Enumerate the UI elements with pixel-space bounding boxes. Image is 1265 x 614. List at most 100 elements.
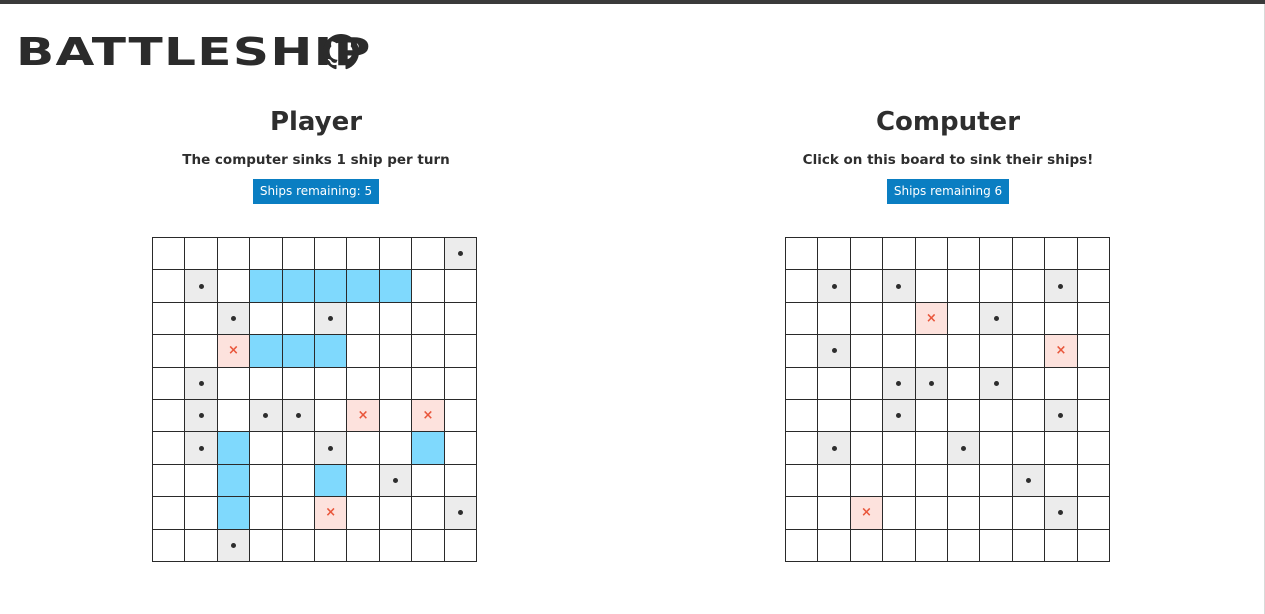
computer-board-cell-miss[interactable]: [883, 270, 916, 303]
computer-board-cell-empty[interactable]: [883, 497, 916, 530]
computer-board-cell-empty[interactable]: [786, 432, 819, 465]
computer-board-cell-empty[interactable]: [948, 335, 981, 368]
computer-board-cell-empty[interactable]: [1077, 529, 1110, 562]
computer-board-cell-empty[interactable]: [948, 367, 981, 400]
computer-board-cell-miss[interactable]: [1045, 270, 1078, 303]
computer-board-cell-miss[interactable]: [948, 432, 981, 465]
computer-board-cell-empty[interactable]: [1045, 238, 1078, 271]
computer-board-cell-empty[interactable]: [915, 529, 948, 562]
computer-board-cell-empty[interactable]: [1012, 529, 1046, 562]
computer-board-cell-miss[interactable]: [915, 367, 948, 400]
computer-board-cell-empty[interactable]: [1045, 529, 1078, 562]
computer-board-cell-empty[interactable]: [1012, 335, 1046, 368]
computer-board-cell-empty[interactable]: [980, 335, 1013, 368]
computer-board-cell-miss[interactable]: [1045, 400, 1078, 433]
computer-board-cell-miss[interactable]: [1012, 464, 1046, 498]
computer-board[interactable]: × × ×: [785, 237, 1110, 562]
computer-board-cell-empty[interactable]: [1012, 302, 1046, 336]
computer-board-cell-empty[interactable]: [850, 302, 884, 336]
computer-board-cell-empty[interactable]: [1077, 400, 1110, 433]
computer-board-cell-miss[interactable]: [883, 400, 916, 433]
computer-board-cell-miss[interactable]: [883, 367, 916, 400]
computer-board-cell-empty[interactable]: [786, 238, 819, 271]
computer-board-cell-empty[interactable]: [948, 464, 981, 498]
computer-board-cell-empty[interactable]: [1077, 302, 1110, 336]
computer-board-cell-empty[interactable]: [980, 238, 1013, 271]
computer-board-cell-empty[interactable]: [850, 400, 884, 433]
computer-board-cell-empty[interactable]: [948, 270, 981, 303]
computer-board-cell-empty[interactable]: [818, 464, 851, 498]
computer-board-cell-empty[interactable]: [1045, 302, 1078, 336]
computer-board-cell-miss[interactable]: [980, 302, 1013, 336]
computer-board-cell-empty[interactable]: [1012, 238, 1046, 271]
computer-board-cell-empty[interactable]: [1012, 400, 1046, 433]
computer-board-cell-hit[interactable]: ×: [1045, 335, 1078, 368]
computer-board-cell-empty[interactable]: [883, 335, 916, 368]
computer-board-cell-empty[interactable]: [883, 529, 916, 562]
computer-board-cell-empty[interactable]: [980, 464, 1013, 498]
computer-board-cell-empty[interactable]: [948, 497, 981, 530]
computer-board-cell-empty[interactable]: [948, 400, 981, 433]
computer-board-cell-empty[interactable]: [1012, 367, 1046, 400]
computer-board-cell-empty[interactable]: [1012, 497, 1046, 530]
computer-board-cell-empty[interactable]: [980, 432, 1013, 465]
computer-board-cell-empty[interactable]: [818, 302, 851, 336]
computer-board-cell-empty[interactable]: [786, 529, 819, 562]
computer-board-cell-empty[interactable]: [980, 529, 1013, 562]
computer-board-cell-empty[interactable]: [1077, 270, 1110, 303]
computer-board-cell-empty[interactable]: [850, 335, 884, 368]
computer-board-cell-empty[interactable]: [1045, 464, 1078, 498]
computer-board-cell-empty[interactable]: [980, 270, 1013, 303]
computer-board-cell-empty[interactable]: [786, 367, 819, 400]
computer-board-cell-empty[interactable]: [1045, 367, 1078, 400]
computer-board-cell-empty[interactable]: [915, 497, 948, 530]
computer-board-cell-empty[interactable]: [786, 270, 819, 303]
computer-board-cell-empty[interactable]: [786, 302, 819, 336]
computer-board-cell-empty[interactable]: [883, 464, 916, 498]
computer-board-cell-empty[interactable]: [786, 497, 819, 530]
computer-board-cell-empty[interactable]: [883, 238, 916, 271]
computer-board-cell-empty[interactable]: [818, 367, 851, 400]
computer-board-cell-empty[interactable]: [850, 270, 884, 303]
computer-board-cell-empty[interactable]: [1077, 238, 1110, 271]
github-icon[interactable]: [323, 34, 359, 70]
computer-board-cell-miss[interactable]: [818, 432, 851, 465]
computer-board-cell-empty[interactable]: [915, 335, 948, 368]
computer-board-cell-empty[interactable]: [1077, 464, 1110, 498]
computer-board-cell-empty[interactable]: [1077, 367, 1110, 400]
computer-board-cell-empty[interactable]: [1077, 335, 1110, 368]
computer-board-cell-empty[interactable]: [850, 432, 884, 465]
computer-board-cell-empty[interactable]: [850, 367, 884, 400]
computer-board-cell-empty[interactable]: [915, 400, 948, 433]
computer-board-cell-empty[interactable]: [786, 464, 819, 498]
computer-board-cell-empty[interactable]: [948, 302, 981, 336]
computer-board-cell-empty[interactable]: [850, 464, 884, 498]
computer-board-cell-empty[interactable]: [1045, 432, 1078, 465]
computer-board-cell-empty[interactable]: [786, 400, 819, 433]
computer-board-cell-empty[interactable]: [915, 464, 948, 498]
computer-board-cell-empty[interactable]: [818, 497, 851, 530]
computer-board-cell-empty[interactable]: [818, 529, 851, 562]
computer-board-cell-empty[interactable]: [1077, 497, 1110, 530]
computer-board-cell-empty[interactable]: [915, 270, 948, 303]
computer-board-cell-empty[interactable]: [948, 529, 981, 562]
computer-board-cell-miss[interactable]: [818, 335, 851, 368]
computer-board-cell-empty[interactable]: [850, 529, 884, 562]
computer-board-cell-empty[interactable]: [883, 432, 916, 465]
computer-board-cell-empty[interactable]: [980, 400, 1013, 433]
computer-board-cell-empty[interactable]: [915, 238, 948, 271]
computer-board-cell-miss[interactable]: [818, 270, 851, 303]
computer-board-cell-empty[interactable]: [818, 238, 851, 271]
computer-board-cell-empty[interactable]: [915, 432, 948, 465]
computer-board-cell-empty[interactable]: [1012, 270, 1046, 303]
computer-board-cell-empty[interactable]: [1012, 432, 1046, 465]
computer-board-cell-hit[interactable]: ×: [850, 497, 884, 530]
computer-board-cell-empty[interactable]: [850, 238, 884, 271]
computer-board-cell-empty[interactable]: [948, 238, 981, 271]
computer-board-cell-empty[interactable]: [1077, 432, 1110, 465]
computer-board-cell-empty[interactable]: [818, 400, 851, 433]
computer-board-cell-hit[interactable]: ×: [915, 302, 948, 336]
computer-board-cell-miss[interactable]: [980, 367, 1013, 400]
computer-board-cell-empty[interactable]: [883, 302, 916, 336]
computer-board-cell-empty[interactable]: [786, 335, 819, 368]
